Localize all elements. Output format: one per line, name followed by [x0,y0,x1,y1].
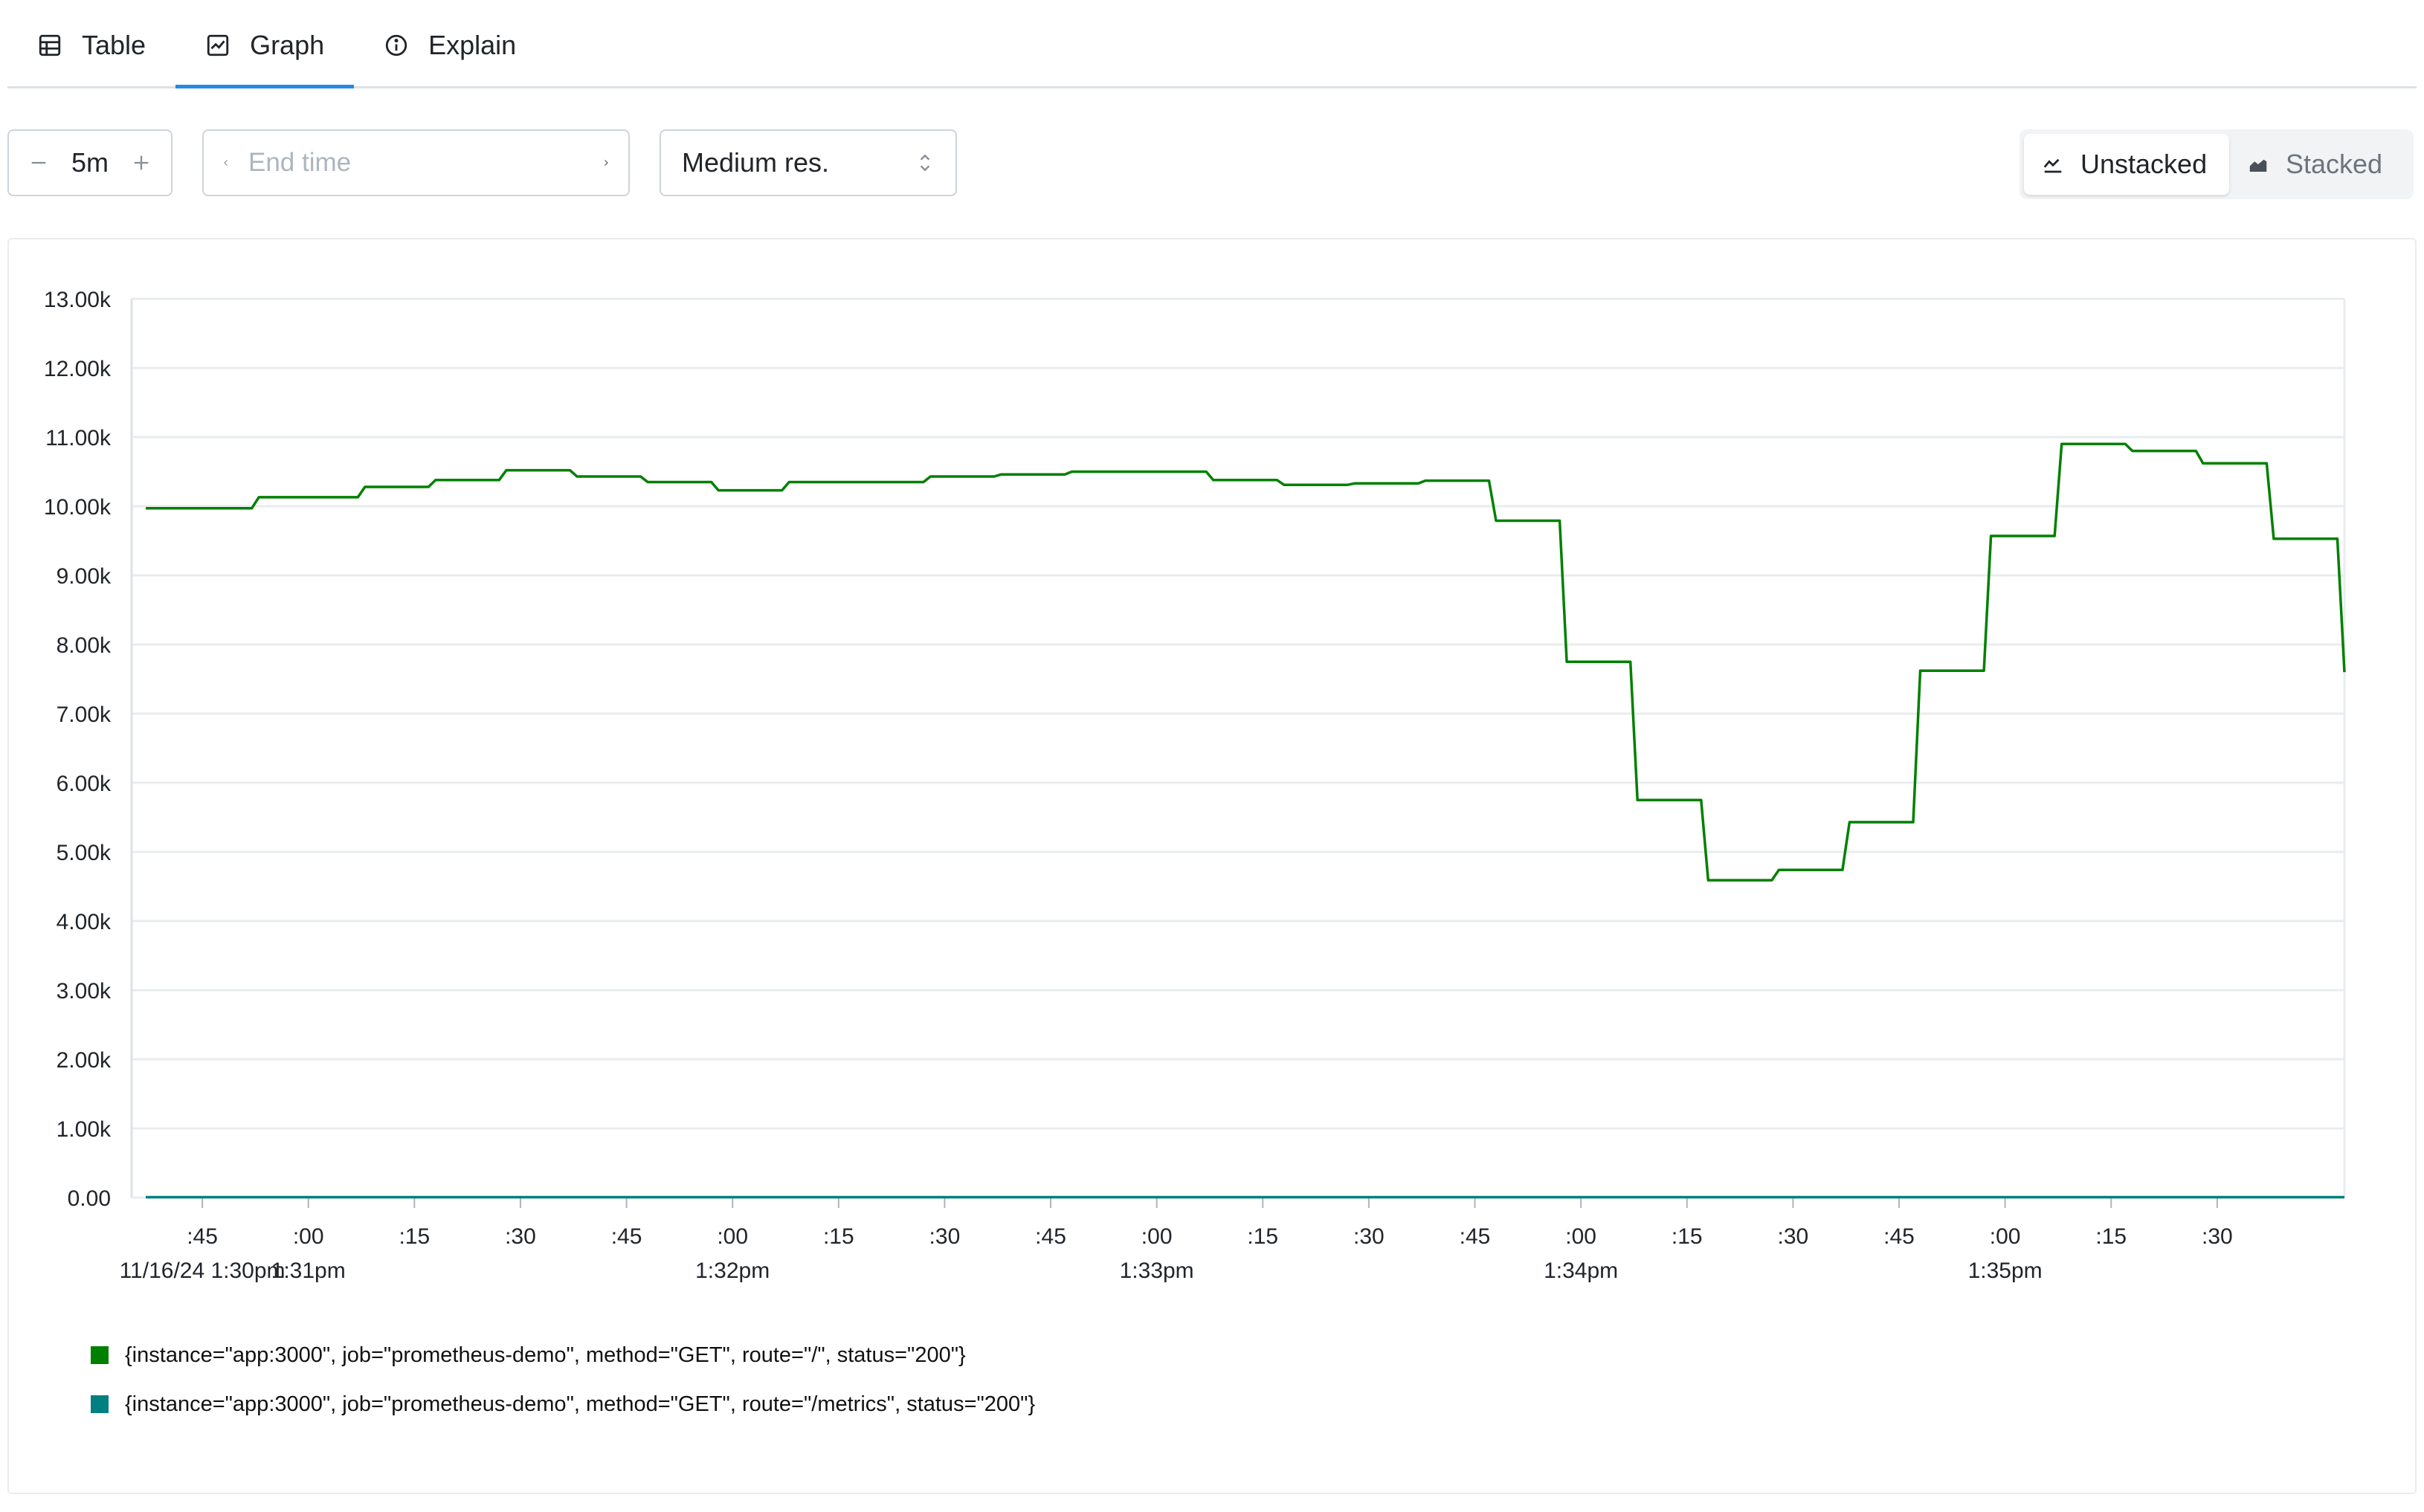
end-time-picker [202,129,630,196]
graph-panel: 0.00 1.00k 2.00k 3.00k 4.00k 5.00k 6.00k 7.00k 8… [7,238,2417,1494]
y-tick-label: 0.00 [68,1186,111,1211]
x-tick-label: :00 [1141,1224,1173,1249]
increase-range-button[interactable] [128,149,155,176]
y-tick-label: 5.00k [57,841,112,865]
y-tick-label: 10.00k [44,495,112,520]
x-tick-label: :30 [505,1224,536,1249]
y-tick-label: 7.00k [57,702,112,727]
legend-label: {instance="app:3000", job="prometheus-de… [125,1392,1036,1416]
end-time-input[interactable] [247,147,585,178]
tab-table-label: Table [82,30,146,60]
x-tick-sublabel: 1:31pm [271,1259,346,1283]
x-tick-label: :15 [1672,1224,1703,1249]
table-icon [39,34,61,56]
x-tick-label: :15 [823,1224,854,1249]
x-tick-sublabel: 1:34pm [1544,1259,1618,1283]
tab-explain-label: Explain [428,30,517,60]
y-tick-label: 11.00k [45,426,112,450]
x-tick-sublabel: 11/16/24 1:30pm [120,1259,286,1283]
tab-graph[interactable]: Graph [175,4,355,88]
unstacked-option[interactable]: Unstacked [2024,134,2229,195]
info-icon [385,34,407,56]
x-tick-label: :00 [717,1224,748,1249]
y-tick-label: 2.00k [57,1048,112,1073]
minus-icon [31,161,46,164]
chevron-right-icon[interactable] [602,153,610,172]
series-line-1 [146,442,2346,882]
time-series-chart[interactable]: 0.00 1.00k 2.00k 3.00k 4.00k 5.00k 6.00k 7.00k 8… [9,239,2415,1493]
x-tick-sublabel: 1:35pm [1968,1259,2043,1283]
y-tick-label: 3.00k [57,979,112,1004]
x-tick-label: :00 [1565,1224,1596,1249]
unstacked-label: Unstacked [2080,149,2208,179]
x-tick-label: :00 [1990,1224,2021,1249]
legend: {instance="app:3000", job="prometheus-de… [91,1331,1035,1429]
legend-swatch [91,1395,109,1413]
x-tick-label: :15 [399,1224,430,1249]
x-tick-label: :45 [1035,1224,1066,1249]
tab-graph-label: Graph [250,30,325,60]
x-tick-label: :15 [1247,1224,1278,1249]
y-tick-label: 13.00k [44,288,112,312]
area-chart-icon [2249,159,2267,172]
x-tick-label: :00 [293,1224,324,1249]
range-value[interactable]: 5m [71,147,109,178]
stacked-option[interactable]: Stacked [2229,134,2409,195]
range-stepper: 5m [7,129,173,196]
chevron-up-down-icon [920,154,930,172]
x-tick-sublabel: 1:33pm [1120,1259,1194,1283]
chevron-left-icon[interactable] [222,153,231,172]
x-tick-label: :30 [1353,1224,1385,1249]
legend-swatch [91,1346,109,1364]
x-tick-label: :45 [611,1224,642,1249]
resolution-value: Medium res. [682,147,830,178]
stacked-label: Stacked [2286,149,2383,179]
tab-explain[interactable]: Explain [354,4,546,86]
x-tick-label: :30 [929,1224,961,1249]
decrease-range-button[interactable] [25,149,52,176]
y-tick-label: 12.00k [44,357,112,381]
graph-icon [207,34,229,56]
x-tick-label: :45 [1460,1224,1491,1249]
x-tick-label: :15 [2095,1224,2127,1249]
plus-icon [134,155,149,170]
view-tabs: Table Graph Explain [7,0,2417,88]
tab-table[interactable]: Table [7,4,175,86]
x-tick-label: :45 [187,1224,218,1249]
legend-item[interactable]: {instance="app:3000", job="prometheus-de… [91,1380,1035,1429]
y-tick-label: 6.00k [57,772,112,796]
line-chart-icon [2043,158,2062,173]
stack-mode-toggle: Unstacked Stacked [2020,129,2414,199]
x-tick-sublabel: 1:32pm [695,1259,770,1283]
legend-item[interactable]: {instance="app:3000", job="prometheus-de… [91,1331,1035,1380]
y-tick-label: 4.00k [57,910,112,934]
y-tick-label: 9.00k [57,564,112,589]
x-tick-label: :45 [1883,1224,1915,1249]
x-tick-label: :30 [1778,1224,1809,1249]
x-tick-label: :30 [2202,1224,2233,1249]
y-tick-label: 1.00k [57,1117,112,1142]
y-tick-label: 8.00k [57,633,112,658]
resolution-select[interactable]: Medium res. [660,129,957,196]
legend-label: {instance="app:3000", job="prometheus-de… [125,1343,966,1367]
